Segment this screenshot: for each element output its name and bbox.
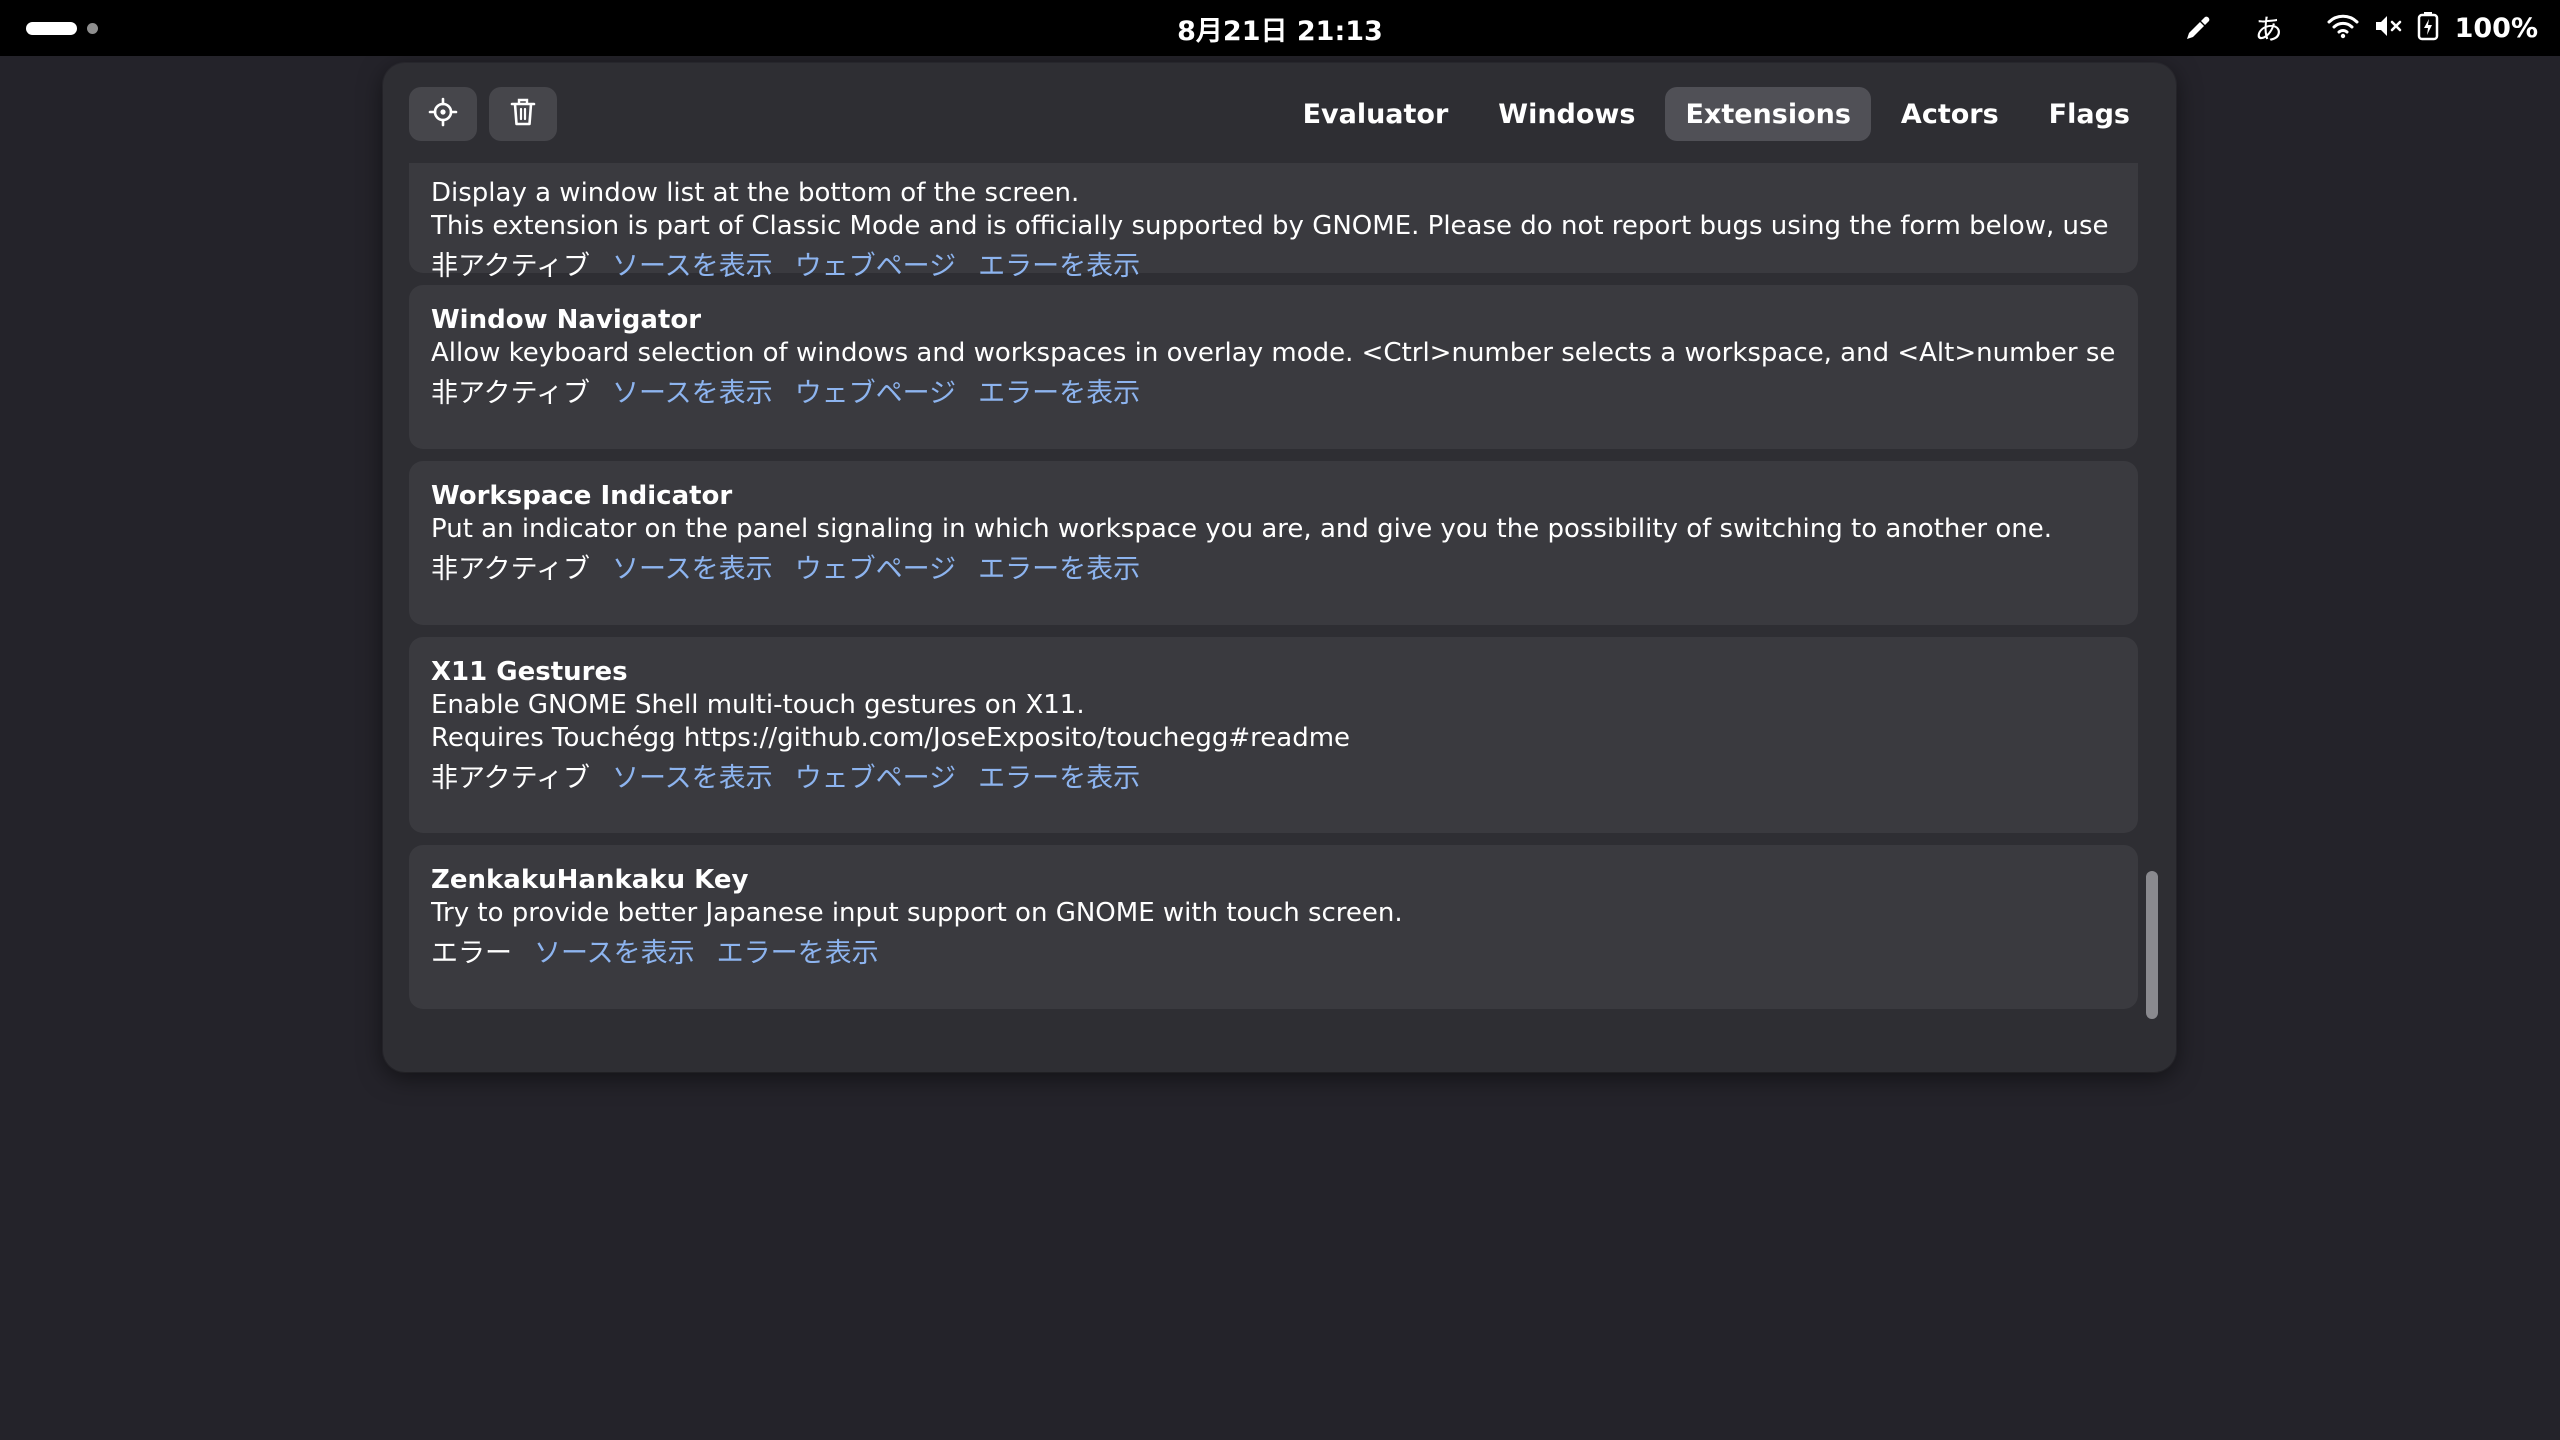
extension-description: Try to provide better Japanese input sup… xyxy=(431,898,1403,928)
input-method-indicator[interactable]: あ xyxy=(2255,8,2283,48)
extension-title: X11 Gestures xyxy=(431,657,628,687)
extension-state: 非アクティブ xyxy=(431,554,591,585)
extension-card-window-list: Display a window list at the bottom of t… xyxy=(409,163,2138,282)
tab-bar: Evaluator Windows Extensions Actors Flag… xyxy=(1283,87,2150,141)
trash-icon xyxy=(509,97,537,131)
clock[interactable]: 8月21日 21:13 xyxy=(1177,9,1383,48)
battery-charging-icon xyxy=(2417,11,2439,45)
view-source-link[interactable]: ソースを表示 xyxy=(534,934,695,974)
extension-state: 非アクティブ xyxy=(431,763,591,794)
tab-evaluator[interactable]: Evaluator xyxy=(1283,87,1469,141)
extension-state: 非アクティブ xyxy=(431,378,591,409)
webpage-link[interactable]: ウェブページ xyxy=(795,247,956,287)
webpage-link[interactable]: ウェブページ xyxy=(795,550,956,590)
extensions-list[interactable]: Display a window list at the bottom of t… xyxy=(383,163,2176,1072)
extension-actions: 非アクティブ ソースを表示 ウェブページ エラーを表示 xyxy=(431,550,2116,590)
extension-description: Put an indicator on the panel signaling … xyxy=(431,514,2052,544)
show-errors-link[interactable]: エラーを表示 xyxy=(978,247,1140,287)
extension-description: Allow keyboard selection of windows and … xyxy=(431,338,2116,368)
webpage-link[interactable]: ウェブページ xyxy=(795,759,956,799)
extension-state: エラー xyxy=(431,938,512,969)
webpage-link[interactable]: ウェブページ xyxy=(795,374,956,414)
wifi-icon xyxy=(2327,13,2359,43)
clear-button[interactable] xyxy=(489,87,557,141)
extension-actions: 非アクティブ ソースを表示 ウェブページ エラーを表示 xyxy=(431,759,2116,799)
active-workspace-indicator xyxy=(26,22,77,35)
extension-title: ZenkakuHankaku Key xyxy=(431,865,749,895)
tab-actors[interactable]: Actors xyxy=(1881,87,2019,141)
system-tray: あ 100% xyxy=(2183,0,2538,56)
extension-actions: 非アクティブ ソースを表示 ウェブページ エラーを表示 xyxy=(431,247,2116,287)
looking-glass-window: Evaluator Windows Extensions Actors Flag… xyxy=(383,63,2176,1072)
tab-flags[interactable]: Flags xyxy=(2029,87,2150,141)
system-status-menu[interactable]: 100% xyxy=(2327,11,2538,45)
extension-card-workspace-indicator: Workspace Indicator Put an indicator on … xyxy=(409,461,2138,625)
tab-windows[interactable]: Windows xyxy=(1478,87,1655,141)
looking-glass-toolbar: Evaluator Windows Extensions Actors Flag… xyxy=(383,63,2176,163)
show-errors-link[interactable]: エラーを表示 xyxy=(978,374,1140,414)
extension-actions: エラー ソースを表示 エラーを表示 xyxy=(431,934,2116,974)
color-picker-icon[interactable] xyxy=(2183,13,2213,43)
crosshair-icon xyxy=(428,97,458,131)
view-source-link[interactable]: ソースを表示 xyxy=(612,247,773,287)
activities-button[interactable] xyxy=(26,22,98,35)
view-source-link[interactable]: ソースを表示 xyxy=(612,374,773,414)
inspector-picker-button[interactable] xyxy=(409,87,477,141)
extension-card-window-navigator: Window Navigator Allow keyboard selectio… xyxy=(409,285,2138,449)
extension-title: Workspace Indicator xyxy=(431,481,733,511)
show-errors-link[interactable]: エラーを表示 xyxy=(978,759,1140,799)
extension-title: Window Navigator xyxy=(431,305,702,335)
extension-actions: 非アクティブ ソースを表示 ウェブページ エラーを表示 xyxy=(431,374,2116,414)
view-source-link[interactable]: ソースを表示 xyxy=(612,550,773,590)
scrollbar-thumb[interactable] xyxy=(2146,871,2158,1019)
top-bar: 8月21日 21:13 あ 100% xyxy=(0,0,2560,56)
view-source-link[interactable]: ソースを表示 xyxy=(612,759,773,799)
extension-description: Enable GNOME Shell multi-touch gestures … xyxy=(431,690,1085,720)
extension-card-zenkakuhankaku-key: ZenkakuHankaku Key Try to provide better… xyxy=(409,845,2138,1009)
extension-state: 非アクティブ xyxy=(431,251,591,282)
extension-card-x11-gestures: X11 Gestures Enable GNOME Shell multi-to… xyxy=(409,637,2138,833)
tab-extensions[interactable]: Extensions xyxy=(1665,87,1871,141)
show-errors-link[interactable]: エラーを表示 xyxy=(978,550,1140,590)
battery-percentage: 100% xyxy=(2454,12,2538,44)
show-errors-link[interactable]: エラーを表示 xyxy=(717,934,879,974)
extension-description-extra: Requires Touchégg https://github.com/Jos… xyxy=(431,723,1351,753)
extension-description: Display a window list at the bottom of t… xyxy=(431,178,1080,208)
inactive-workspace-indicator xyxy=(87,23,98,34)
extension-description-extra: This extension is part of Classic Mode a… xyxy=(431,211,2116,241)
clock-container: 8月21日 21:13 xyxy=(0,0,2560,56)
volume-muted-icon xyxy=(2373,13,2403,43)
